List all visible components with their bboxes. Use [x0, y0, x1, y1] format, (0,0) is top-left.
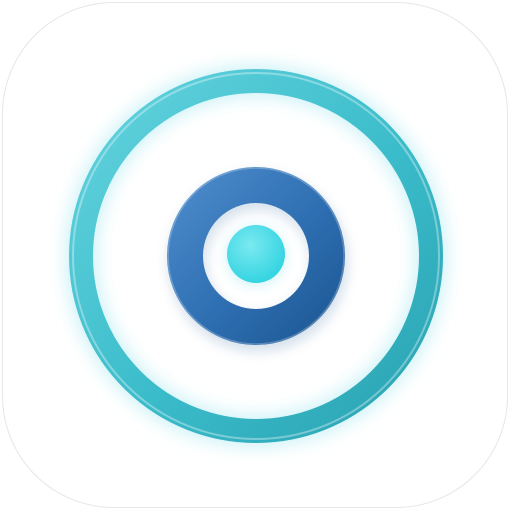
app-icon[interactable] [0, 0, 512, 512]
center-dot [227, 225, 285, 283]
target-rings-icon [66, 66, 446, 446]
